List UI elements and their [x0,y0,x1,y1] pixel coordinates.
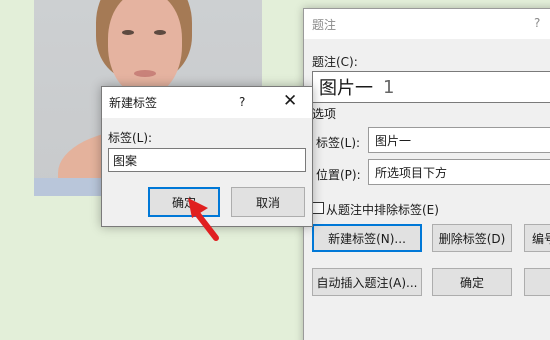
label-select[interactable]: 图片一 [368,127,550,153]
caption-number: 1 [383,76,395,98]
caption-text-input[interactable]: 图片一 1 [312,71,550,103]
new-label-dialog-titlebar[interactable]: 新建标签 ? ✕ [102,87,312,118]
help-icon[interactable]: ? [239,95,245,109]
close-icon[interactable]: ✕ [283,91,297,111]
new-label-cancel-button-text: 取消 [255,195,280,210]
new-label-button-text: 新建标签(N)... [328,231,406,246]
caption-dialog-titlebar[interactable]: 题注 ? [304,9,550,39]
new-label-button[interactable]: 新建标签(N)... [312,224,422,252]
photo-eye-right [154,30,166,35]
caption-cancel-button[interactable] [524,268,550,296]
pointer-arrow-icon [188,198,219,241]
numbering-button-text: 编号 [531,231,550,246]
photo-face [108,0,182,96]
label-select-value: 图片一 [375,133,412,148]
label-field-label: 标签(L): [316,136,361,150]
new-label-input[interactable]: 图案 [108,148,306,172]
new-label-prompt: 标签(L): [108,131,153,145]
caption-dialog: 题注 ? 题注(C): 图片一 1 选项 标签(L): 图片一 位置(P): 所… [303,8,550,340]
caption-text-value: 图片一 [319,78,373,99]
new-label-dialog-title: 新建标签 [109,96,158,110]
new-label-cancel-button[interactable]: 取消 [231,187,305,217]
position-field-label: 位置(P): [316,168,361,182]
caption-ok-button-text: 确定 [459,275,484,290]
exclude-label-checkbox[interactable] [312,202,324,214]
options-group-label: 选项 [312,107,337,121]
caption-field-label: 题注(C): [312,55,358,69]
help-icon[interactable]: ? [534,16,540,30]
autocaption-button[interactable]: 自动插入题注(A)... [312,268,422,296]
delete-label-button[interactable]: 删除标签(D) [432,224,512,252]
autocaption-button-text: 自动插入题注(A)... [316,275,418,290]
delete-label-button-text: 删除标签(D) [438,231,506,246]
photo-eye-left [122,30,134,35]
numbering-button[interactable]: 编号 [524,224,550,252]
new-label-input-value: 图案 [113,153,138,168]
caption-ok-button[interactable]: 确定 [432,268,512,296]
caption-dialog-title: 题注 [312,17,337,32]
position-select[interactable]: 所选项目下方 [368,159,550,185]
position-select-value: 所选项目下方 [375,165,448,180]
photo-lips [134,70,156,77]
exclude-label-text: 从题注中排除标签(E) [326,203,439,217]
